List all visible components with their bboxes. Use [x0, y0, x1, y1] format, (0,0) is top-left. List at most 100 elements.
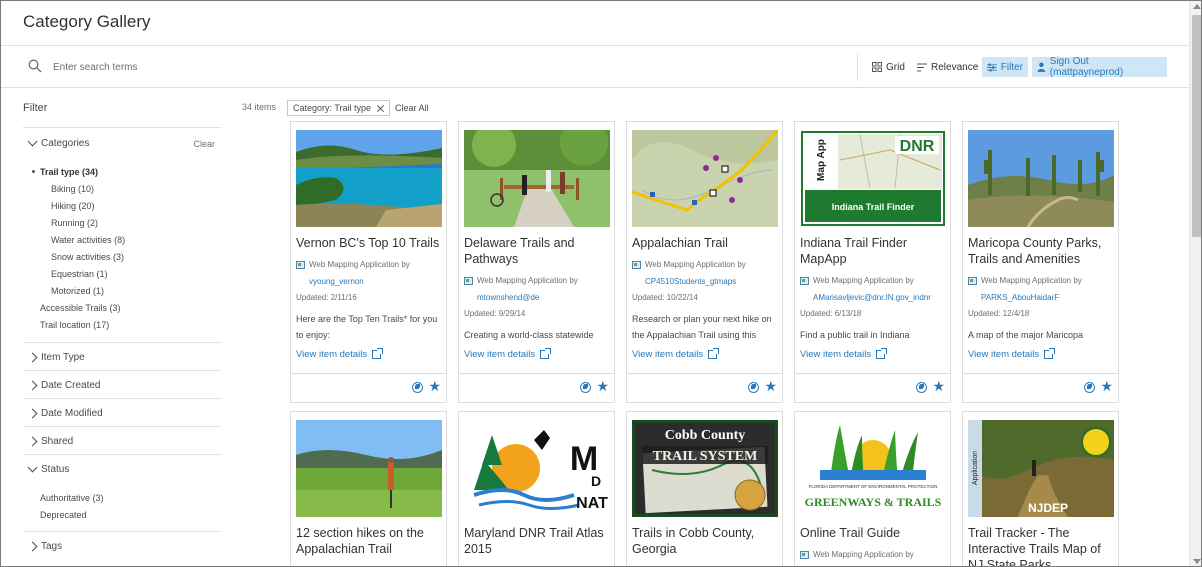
card-owner-link[interactable]: AMarisavljevic@dnr.IN.gov_indnr: [813, 293, 931, 302]
star-icon[interactable]: ★: [596, 378, 609, 394]
facet-authoritative[interactable]: Authoritative (3): [40, 493, 104, 503]
star-icon[interactable]: ★: [428, 378, 441, 394]
search-input[interactable]: [47, 55, 827, 79]
card-footer: ★: [963, 373, 1118, 402]
facet-snow-activities[interactable]: Snow activities (3): [51, 252, 124, 262]
card-owner-link[interactable]: CP4510Students_gtmaps: [645, 277, 736, 286]
card-thumbnail[interactable]: M D NAT: [464, 420, 610, 517]
grid-icon: [872, 62, 882, 72]
card-title[interactable]: Trail Tracker - The Interactive Trails M…: [968, 525, 1118, 566]
star-icon[interactable]: ★: [932, 378, 945, 394]
item-card[interactable]: DNR Map App Indiana Trail Finder Indiana…: [794, 121, 951, 403]
view-details-link[interactable]: View item details: [464, 348, 552, 360]
date-created-toggle[interactable]: Date Created: [27, 380, 100, 391]
view-details-link[interactable]: View item details: [296, 348, 384, 360]
share-globe-icon[interactable]: [916, 382, 927, 393]
card-type-label: Web Mapping Application by: [309, 260, 410, 269]
card-title[interactable]: Vernon BC's Top 10 Trails: [296, 235, 446, 251]
card-thumbnail[interactable]: [296, 420, 442, 517]
card-thumbnail[interactable]: Cobb County TRAIL SYSTEM: [632, 420, 778, 517]
card-owner-link[interactable]: vyoung_vernon: [309, 277, 364, 286]
card-snippet: Here are the Top Ten Trails* for you to …: [296, 314, 438, 340]
card-thumbnail[interactable]: Application NJDEP: [968, 420, 1114, 517]
item-card[interactable]: M D NAT Maryland DNR Trail Atlas 2015: [458, 411, 615, 566]
chevron-right-icon: [27, 408, 38, 419]
status-toggle[interactable]: Status: [27, 462, 69, 475]
filter-toggle-button[interactable]: Filter: [982, 57, 1028, 77]
facet-trail-type[interactable]: Trail type (34): [32, 167, 98, 177]
item-card[interactable]: 12 section hikes on the Appalachian Trai…: [290, 411, 447, 566]
facet-water-activities[interactable]: Water activities (8): [51, 235, 125, 245]
card-title[interactable]: Maricopa County Parks, Trails and Amenit…: [968, 235, 1118, 267]
card-thumbnail[interactable]: [632, 130, 778, 227]
card-thumbnail[interactable]: [464, 130, 610, 227]
clear-all-link[interactable]: Clear All: [395, 103, 429, 113]
star-icon[interactable]: ★: [1100, 378, 1113, 394]
scroll-up-arrow-icon[interactable]: [1193, 4, 1201, 9]
sort-relevance-button[interactable]: Relevance: [912, 57, 983, 77]
grid-view-button[interactable]: Grid: [867, 57, 910, 77]
view-details-link[interactable]: View item details: [632, 348, 720, 360]
categories-clear-link[interactable]: Clear: [193, 139, 215, 149]
item-type-toggle[interactable]: Item Type: [27, 352, 85, 363]
card-thumbnail[interactable]: [296, 130, 442, 227]
page-header: Category Gallery: [1, 1, 1189, 46]
scroll-thumb[interactable]: [1192, 15, 1201, 237]
card-footer: ★: [795, 373, 950, 402]
item-card[interactable]: Delaware Trails and Pathways Web Mapping…: [458, 121, 615, 403]
item-type-section: Item Type: [23, 342, 221, 370]
facet-deprecated[interactable]: Deprecated: [40, 510, 87, 520]
search-icon[interactable]: [28, 59, 42, 73]
share-globe-icon[interactable]: [748, 382, 759, 393]
card-title[interactable]: Maryland DNR Trail Atlas 2015: [464, 525, 614, 557]
card-updated: Updated: 10/22/14: [632, 293, 698, 302]
facet-equestrian[interactable]: Equestrian (1): [51, 269, 108, 279]
shared-section: Shared: [23, 426, 221, 454]
share-globe-icon[interactable]: [580, 382, 591, 393]
view-details-link[interactable]: View item details: [968, 348, 1056, 360]
scroll-down-arrow-icon[interactable]: [1193, 559, 1201, 564]
filter-icon: [987, 63, 997, 71]
card-title[interactable]: Appalachian Trail: [632, 235, 782, 251]
card-thumbnail[interactable]: [968, 130, 1114, 227]
card-title[interactable]: 12 section hikes on the Appalachian Trai…: [296, 525, 446, 557]
categories-section: Categories Clear Trail type (34) Biking …: [23, 127, 221, 341]
category-filter-chip[interactable]: Category: Trail type: [287, 100, 391, 116]
star-icon[interactable]: ★: [764, 378, 777, 394]
share-globe-icon[interactable]: [1084, 382, 1095, 393]
facet-trail-location[interactable]: Trail location (17): [40, 320, 109, 330]
categories-toggle[interactable]: Categories: [27, 136, 89, 149]
card-thumbnail[interactable]: FLORIDA DEPARTMENT OF ENVIRONMENTAL PROT…: [800, 420, 946, 517]
view-details-link[interactable]: View item details: [800, 348, 888, 360]
shared-toggle[interactable]: Shared: [27, 436, 73, 447]
card-thumbnail[interactable]: DNR Map App Indiana Trail Finder: [800, 130, 946, 227]
card-updated: Updated: 9/29/14: [464, 309, 526, 318]
card-title[interactable]: Online Trail Guide: [800, 525, 950, 541]
facet-hiking[interactable]: Hiking (20): [51, 201, 95, 211]
card-updated: Updated: 2/11/16: [296, 293, 357, 302]
close-icon[interactable]: [376, 104, 384, 112]
facet-running[interactable]: Running (2): [51, 218, 98, 228]
relevance-label: Relevance: [931, 61, 979, 73]
item-card[interactable]: Cobb County TRAIL SYSTEM Trails in Cobb …: [626, 411, 783, 566]
sign-out-button[interactable]: Sign Out (mattpayneprod): [1032, 56, 1167, 78]
facet-accessible-trails[interactable]: Accessible Trails (3): [40, 303, 121, 313]
tags-toggle[interactable]: Tags: [27, 541, 62, 552]
facet-motorized[interactable]: Motorized (1): [51, 286, 104, 296]
share-globe-icon[interactable]: [412, 382, 423, 393]
card-owner-link[interactable]: PARKS_AbouHaidarF: [981, 293, 1059, 302]
card-title[interactable]: Trails in Cobb County, Georgia: [632, 525, 782, 557]
thumb-logo-text: NJDEP: [1028, 501, 1068, 515]
page-scrollbar[interactable]: [1189, 1, 1201, 566]
item-card[interactable]: Vernon BC's Top 10 Trails Web Mapping Ap…: [290, 121, 447, 403]
thumb-text-3: NAT: [576, 495, 608, 512]
card-title[interactable]: Delaware Trails and Pathways: [464, 235, 614, 267]
item-card[interactable]: FLORIDA DEPARTMENT OF ENVIRONMENTAL PROT…: [794, 411, 951, 566]
item-card[interactable]: Maricopa County Parks, Trails and Amenit…: [962, 121, 1119, 403]
item-card[interactable]: Appalachian Trail Web Mapping Applicatio…: [626, 121, 783, 403]
card-title[interactable]: Indiana Trail Finder MapApp: [800, 235, 950, 267]
card-owner-link[interactable]: mtownshend@de: [477, 293, 539, 302]
facet-biking[interactable]: Biking (10): [51, 184, 94, 194]
item-card[interactable]: Application NJDEP Trail Tracker - The In…: [962, 411, 1119, 566]
date-modified-toggle[interactable]: Date Modified: [27, 408, 103, 419]
